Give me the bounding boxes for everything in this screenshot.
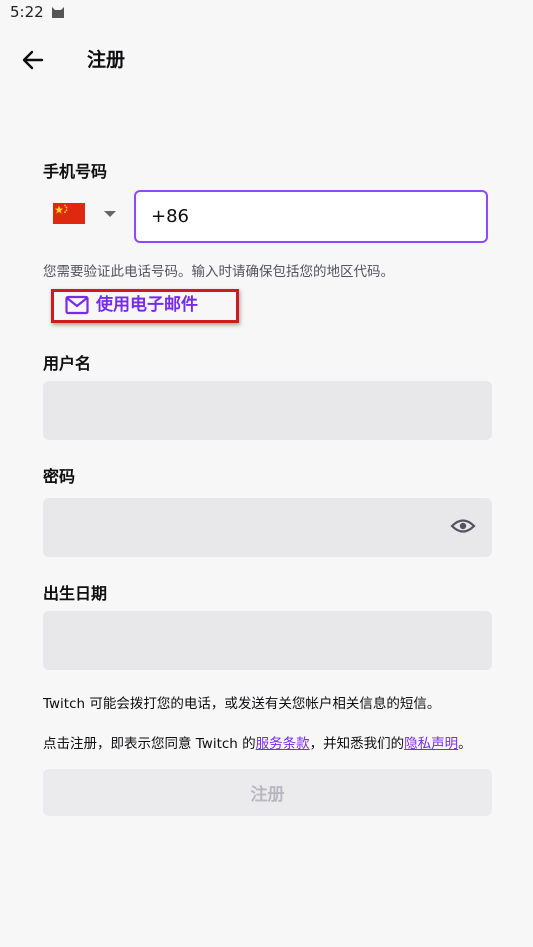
password-input[interactable]: [43, 498, 492, 557]
birthdate-label: 出生日期: [43, 584, 108, 603]
app-bar: 注册: [0, 40, 533, 80]
mail-icon: [65, 295, 89, 315]
use-email-label: 使用电子邮件: [96, 295, 198, 315]
china-flag-icon: [53, 203, 85, 224]
sms-notice: Twitch 可能会拨打您的电话，或发送有关您帐户相关信息的短信。: [43, 696, 441, 712]
page-title: 注册: [87, 49, 126, 71]
phone-input[interactable]: [134, 190, 488, 243]
chevron-down-icon: [104, 211, 116, 217]
status-bar: 5:22: [0, 0, 533, 26]
cat-notification-icon: [52, 7, 64, 18]
show-password-toggle[interactable]: [450, 515, 476, 537]
terms-notice: 点击注册，即表示您同意 Twitch 的服务条款，并知悉我们的隐私声明。: [43, 732, 472, 752]
signup-button[interactable]: 注册: [43, 769, 492, 816]
password-label: 密码: [43, 467, 76, 486]
username-label: 用户名: [43, 354, 92, 373]
arrow-left-icon: [22, 50, 44, 70]
terms-suffix: 。: [458, 736, 472, 752]
terms-middle: ，并知悉我们的: [309, 736, 405, 752]
country-selector[interactable]: [43, 194, 123, 234]
username-input[interactable]: [43, 381, 492, 440]
phone-hint: 您需要验证此电话号码。输入时请确保包括您的地区代码。: [43, 264, 394, 280]
phone-label: 手机号码: [43, 162, 108, 181]
birthdate-input[interactable]: [43, 611, 492, 670]
privacy-notice-link[interactable]: 隐私声明: [404, 736, 458, 752]
use-email-link[interactable]: 使用电子邮件: [51, 289, 239, 323]
terms-prefix: 点击注册，即表示您同意 Twitch 的: [43, 736, 256, 752]
back-button[interactable]: [18, 46, 50, 74]
status-time: 5:22: [10, 3, 44, 21]
terms-of-service-link[interactable]: 服务条款: [256, 736, 310, 752]
eye-icon: [450, 519, 476, 533]
